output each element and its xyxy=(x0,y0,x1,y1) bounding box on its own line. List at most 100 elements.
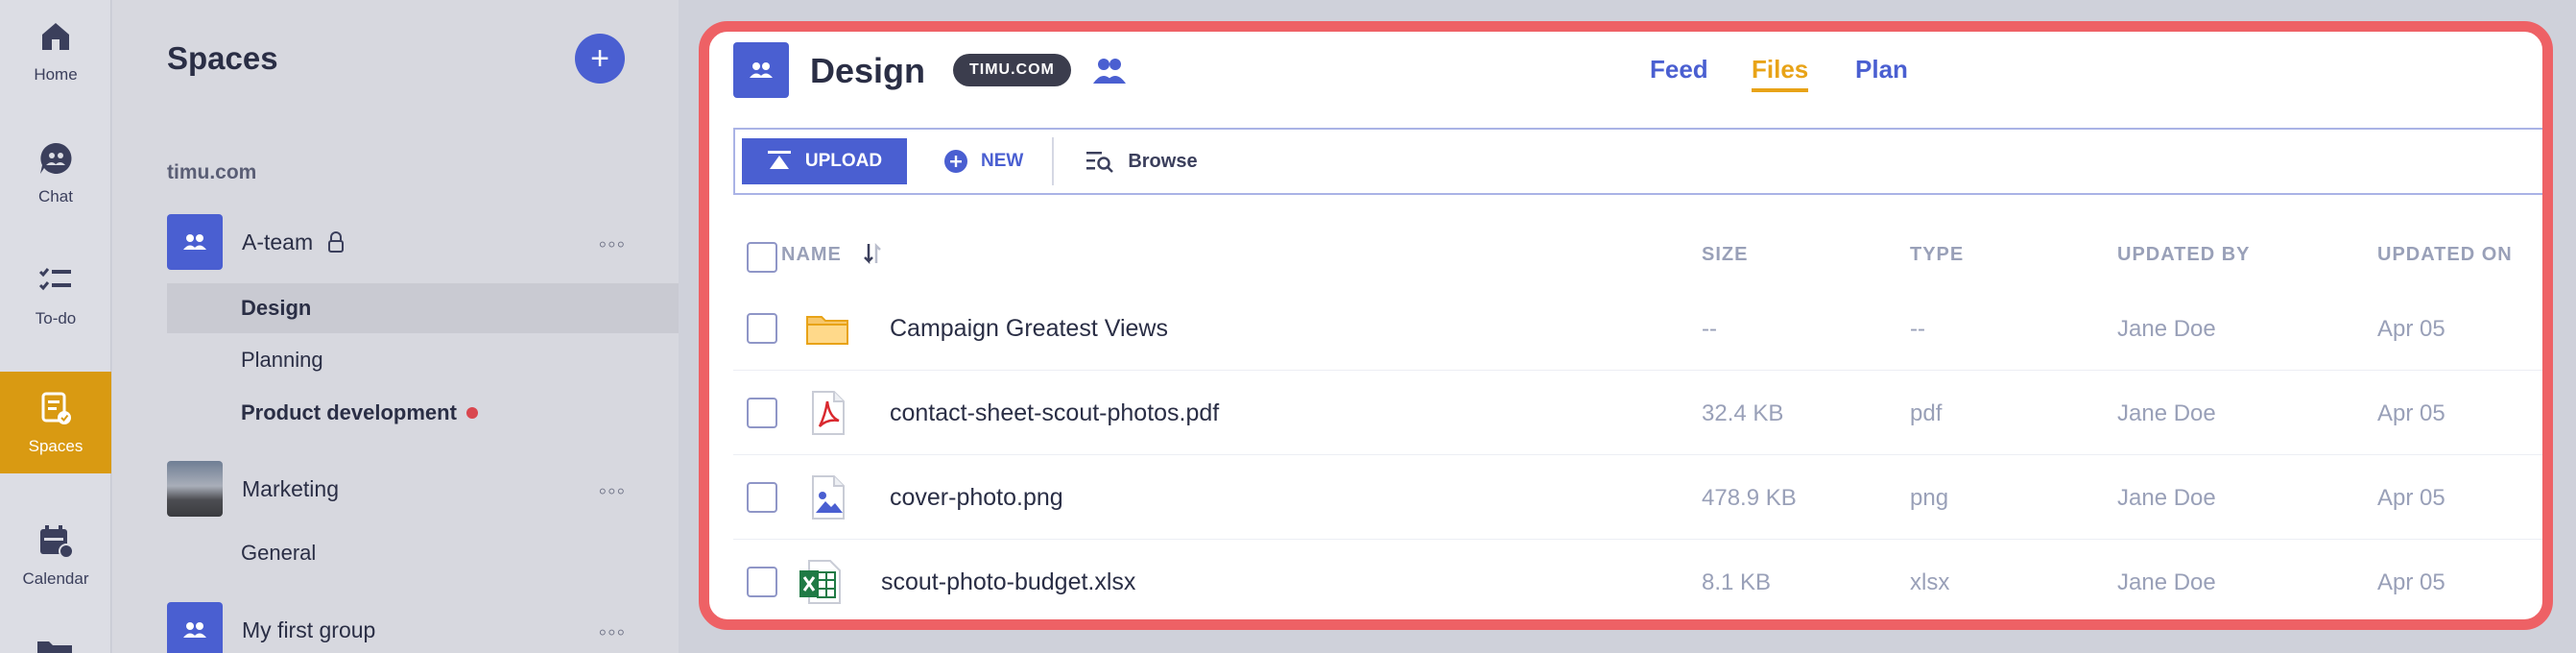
channel-design[interactable]: Design xyxy=(167,283,679,333)
group-avatar-photo xyxy=(167,461,223,517)
group-name: My first group xyxy=(242,617,376,642)
column-header-type[interactable]: TYPE xyxy=(1910,244,1964,266)
folder-rail-icon[interactable] xyxy=(36,638,74,653)
group-name: Marketing xyxy=(242,475,339,501)
updated-on: Apr 05 xyxy=(2377,316,2445,342)
channel-label: Product development xyxy=(241,400,457,424)
rail-item-home[interactable]: Home xyxy=(0,0,111,102)
file-name[interactable]: Campaign Greatest Views xyxy=(890,315,1168,343)
app-rail: Home Chat To-do Spaces Calendar xyxy=(0,0,111,653)
updated-by: Jane Doe xyxy=(2117,485,2216,511)
toolbar-divider xyxy=(1052,137,1055,185)
unread-indicator xyxy=(465,407,478,419)
updated-by: Jane Doe xyxy=(2117,569,2216,595)
upload-label: UPLOAD xyxy=(804,151,883,171)
excel-file-icon xyxy=(799,560,841,604)
rail-label: Calendar xyxy=(22,569,89,588)
rail-item-todo[interactable]: To-do xyxy=(0,244,111,346)
calendar-icon xyxy=(40,525,74,559)
group-name: A-team xyxy=(242,229,314,254)
members-icon[interactable] xyxy=(1091,55,1128,85)
new-button[interactable]: NEW xyxy=(943,149,1023,174)
org-badge: TIMU.COM xyxy=(953,54,1071,86)
rail-item-spaces[interactable]: Spaces xyxy=(0,372,111,473)
plus-circle-icon xyxy=(944,150,967,173)
group-icon xyxy=(183,622,206,638)
todo-icon xyxy=(38,268,71,291)
column-header-size[interactable]: SIZE xyxy=(1702,244,1748,266)
file-type: pdf xyxy=(1910,400,1943,426)
page-title: Design xyxy=(810,51,926,90)
file-name[interactable]: scout-photo-budget.xlsx xyxy=(881,568,1135,596)
rail-label: Chat xyxy=(38,187,73,206)
rail-item-calendar[interactable]: Calendar xyxy=(0,504,111,606)
new-label: NEW xyxy=(981,151,1024,171)
group-icon xyxy=(750,62,773,78)
group-my-first-group[interactable]: My first group ◦◦◦ xyxy=(167,602,679,653)
upload-icon xyxy=(767,151,791,169)
channel-product-development[interactable]: Product development xyxy=(167,388,679,438)
tab-plan[interactable]: Plan xyxy=(1855,55,1908,85)
files-toolbar: UPLOAD NEW Browse xyxy=(733,128,2542,195)
add-space-button[interactable]: + xyxy=(575,34,625,84)
file-name[interactable]: cover-photo.png xyxy=(890,484,1063,512)
upload-button[interactable]: UPLOAD xyxy=(742,138,907,184)
space-avatar xyxy=(733,42,789,98)
files-card: Design TIMU.COM Feed Files Plan UPLOAD N… xyxy=(699,21,2553,630)
rail-label: Home xyxy=(34,65,78,84)
updated-by: Jane Doe xyxy=(2117,316,2216,342)
chat-icon xyxy=(40,142,72,174)
file-type: xlsx xyxy=(1910,569,1950,595)
group-a-team[interactable]: A-team ◦◦◦ xyxy=(167,214,679,270)
more-options-icon[interactable]: ◦◦◦ xyxy=(598,231,626,258)
column-header-updated-by[interactable]: UPDATED BY xyxy=(2117,244,2251,266)
row-checkbox[interactable] xyxy=(747,313,777,344)
group-avatar xyxy=(167,214,223,270)
spaces-title: Spaces xyxy=(167,40,278,76)
folder-icon xyxy=(806,316,848,345)
updated-on: Apr 05 xyxy=(2377,569,2445,595)
select-all-checkbox[interactable] xyxy=(747,242,777,273)
updated-on: Apr 05 xyxy=(2377,485,2445,511)
browse-icon xyxy=(1086,152,1114,173)
file-size: -- xyxy=(1702,316,1717,342)
file-type: -- xyxy=(1910,316,1925,342)
row-checkbox[interactable] xyxy=(747,398,777,428)
channel-planning[interactable]: Planning xyxy=(167,335,679,385)
tab-files[interactable]: Files xyxy=(1752,55,1809,92)
pdf-file-icon xyxy=(812,391,845,435)
table-row[interactable]: cover-photo.png 478.9 KB png Jane Doe Ap… xyxy=(733,455,2542,540)
row-checkbox[interactable] xyxy=(747,482,777,513)
table-row[interactable]: Campaign Greatest Views -- -- Jane Doe A… xyxy=(733,286,2542,371)
column-header-name[interactable]: NAME xyxy=(781,244,842,266)
more-options-icon[interactable]: ◦◦◦ xyxy=(598,619,626,646)
sort-icon[interactable] xyxy=(861,240,884,267)
group-avatar xyxy=(167,602,223,653)
rail-label: Spaces xyxy=(28,437,83,455)
home-icon xyxy=(42,23,69,50)
group-icon xyxy=(183,234,206,250)
row-checkbox[interactable] xyxy=(747,567,777,597)
file-size: 32.4 KB xyxy=(1702,400,1784,426)
tab-feed[interactable]: Feed xyxy=(1650,55,1708,85)
rail-item-chat[interactable]: Chat xyxy=(0,122,111,224)
image-file-icon xyxy=(812,475,845,520)
more-options-icon[interactable]: ◦◦◦ xyxy=(598,478,626,505)
file-type: png xyxy=(1910,485,1949,511)
file-size: 478.9 KB xyxy=(1702,485,1797,511)
org-label: timu.com xyxy=(167,161,257,183)
browse-button[interactable]: Browse xyxy=(1085,149,1198,174)
channel-general[interactable]: General xyxy=(167,528,679,578)
updated-on: Apr 05 xyxy=(2377,400,2445,426)
browse-label: Browse xyxy=(1128,150,1198,172)
rail-label: To-do xyxy=(35,309,77,327)
spaces-panel: Spaces + timu.com A-team ◦◦◦ Design Plan… xyxy=(112,0,679,653)
table-row[interactable]: contact-sheet-scout-photos.pdf 32.4 KB p… xyxy=(733,371,2542,455)
file-size: 8.1 KB xyxy=(1702,569,1772,595)
group-marketing[interactable]: Marketing ◦◦◦ xyxy=(167,461,679,517)
spaces-icon xyxy=(41,392,71,424)
lock-icon xyxy=(328,231,345,253)
column-header-updated-on[interactable]: UPDATED ON xyxy=(2377,244,2513,266)
table-row[interactable]: scout-photo-budget.xlsx 8.1 KB xlsx Jane… xyxy=(733,540,2542,619)
file-name[interactable]: contact-sheet-scout-photos.pdf xyxy=(890,399,1219,427)
